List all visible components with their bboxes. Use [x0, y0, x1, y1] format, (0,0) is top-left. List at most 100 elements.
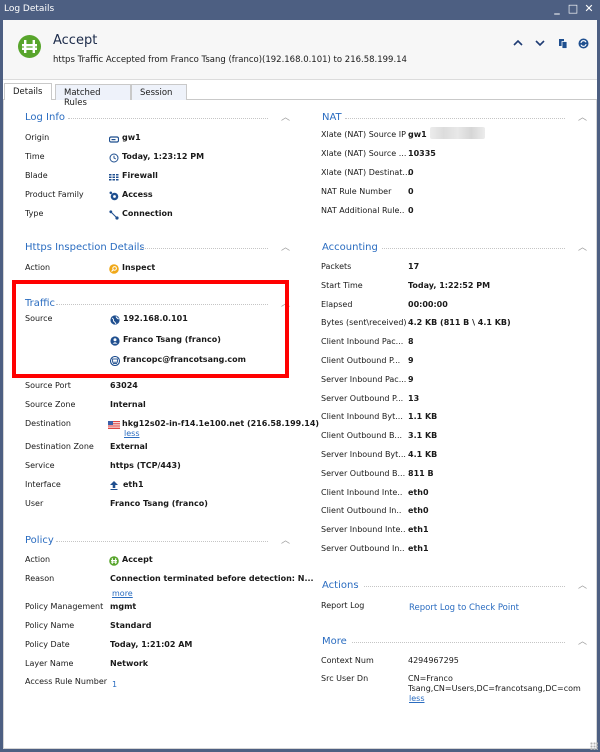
field-label: Context Num — [321, 656, 374, 665]
field-value: gw1 — [122, 133, 141, 142]
field-label: Xlate (NAT) Destinat... — [321, 168, 411, 177]
destination-host: hkg12s02-in-f14.1e100.net (216.58.199.14… — [122, 419, 320, 428]
tab-matched-rules[interactable]: Matched Rules — [55, 84, 131, 108]
field-value: 0 — [408, 187, 414, 196]
destination-less-link[interactable]: less — [124, 429, 139, 438]
field-label: Source — [25, 314, 53, 323]
collapse-accounting-icon[interactable]: ︿ — [578, 244, 588, 253]
chevron-down-icon — [535, 40, 545, 47]
section-title-nat: NAT — [322, 112, 342, 123]
title-bar[interactable]: Log Details _ □ ✕ — [0, 0, 600, 20]
tab-details[interactable]: Details — [4, 83, 52, 100]
field-label: Interface — [25, 480, 61, 489]
section-title-policy: Policy — [25, 535, 54, 546]
minimize-button[interactable]: _ — [550, 2, 564, 16]
copy-button[interactable] — [556, 36, 570, 50]
field-value: 13 — [408, 393, 420, 403]
section-divider — [345, 118, 565, 119]
report-log-link[interactable]: Report Log to Check Point — [409, 603, 519, 613]
chevron-up-icon — [513, 39, 523, 46]
field-value: Inspect — [122, 263, 156, 272]
access-rule-link[interactable]: 1 — [112, 680, 117, 689]
field-value: eth0 — [408, 487, 429, 497]
close-button[interactable]: ✕ — [582, 2, 596, 16]
collapse-nat-icon[interactable]: ︿ — [578, 114, 588, 123]
collapse-log-info-icon[interactable]: ︿ — [281, 114, 291, 123]
field-value: 0 — [408, 168, 414, 177]
field-value: eth1 — [408, 525, 429, 535]
field-label: Action — [25, 263, 51, 272]
tab-session[interactable]: Session — [131, 84, 187, 100]
resize-grip[interactable] — [590, 742, 598, 750]
field-label: Bytes (sent\received) — [321, 318, 407, 328]
field-value: 63024 — [110, 381, 138, 390]
field-value: eth1 — [123, 480, 144, 489]
field-label: User — [25, 499, 44, 508]
log-summary: https Traffic Accepted from Franco Tsang… — [53, 55, 407, 65]
field-value: Franco Tsang (franco) — [110, 499, 208, 508]
next-log-button[interactable] — [533, 36, 547, 50]
field-label: NAT Rule Number — [321, 187, 392, 196]
field-label: Start Time — [321, 280, 363, 290]
collapse-more-icon[interactable]: ︿ — [578, 638, 588, 647]
reason-more-link[interactable]: more — [112, 589, 133, 598]
collapse-traffic-icon[interactable]: ︿ — [281, 300, 291, 309]
section-divider — [382, 248, 565, 249]
section-divider — [140, 248, 268, 249]
field-value: mgmt — [110, 602, 137, 611]
field-value: 17 — [408, 262, 420, 271]
field-value: 811 B — [408, 468, 434, 478]
window-title: Log Details — [4, 4, 55, 14]
field-label: Client Outbound P... — [321, 356, 401, 365]
src-user-dn-less-link[interactable]: less — [409, 694, 424, 703]
user-icon — [110, 336, 120, 346]
field-label: Destination Zone — [25, 442, 94, 451]
window-client: Accept https Traffic Accepted from Franc… — [3, 20, 597, 749]
field-value: Today, 1:21:02 AM — [110, 640, 193, 649]
field-label: Service — [25, 461, 55, 470]
tab-bar: Details Matched Rules Session — [3, 82, 597, 108]
arrow-up-icon — [110, 481, 118, 490]
previous-log-button[interactable] — [511, 36, 525, 50]
section-divider — [352, 642, 565, 643]
maximize-button[interactable]: □ — [566, 2, 580, 16]
field-label: Client Inbound Inte.. — [321, 487, 403, 497]
collapse-policy-icon[interactable]: ︿ — [281, 537, 291, 546]
field-value: Access — [122, 190, 153, 199]
section-title-actions: Actions — [322, 580, 359, 591]
field-label: NAT Additional Rule.. — [321, 206, 405, 215]
field-value: 4.2 KB (811 B \ 4.1 KB) — [408, 318, 511, 328]
field-value: eth1 — [408, 544, 429, 553]
field-value: 10335 — [408, 149, 436, 158]
section-divider — [364, 586, 565, 587]
field-label: Server Inbound Byt... — [321, 450, 406, 459]
field-label: Server Outbound P... — [321, 393, 404, 403]
field-label: Client Outbound In.. — [321, 506, 402, 516]
clock-icon — [109, 153, 119, 163]
field-value: Today, 1:22:52 PM — [408, 280, 491, 290]
section-divider — [56, 541, 268, 542]
field-value: Today, 1:23:12 PM — [122, 152, 205, 161]
section-divider — [68, 118, 268, 119]
reason-value: Connection terminated before detection: … — [110, 574, 314, 583]
refresh-button[interactable] — [576, 36, 590, 50]
field-label: Time — [25, 152, 45, 161]
field-label: Reason — [25, 574, 55, 583]
section-title-log-info: Log Info — [25, 112, 65, 123]
collapse-https-inspection-icon[interactable]: ︿ — [281, 244, 291, 253]
field-label: Client Inbound Byt... — [321, 412, 403, 422]
field-value: eth0 — [408, 506, 429, 516]
field-label: Server Inbound Inte.. — [321, 525, 406, 535]
field-label: Policy Date — [25, 640, 70, 649]
field-label: Xlate (NAT) Source IP — [321, 130, 406, 139]
access-icon — [109, 191, 119, 201]
field-label: Client Inbound Pac... — [321, 337, 404, 347]
section-title-traffic: Traffic — [25, 298, 56, 309]
field-value: 3.1 KB — [408, 431, 438, 441]
src-user-dn-line2: Tsang,CN=Users,DC=francotsang,DC=com — [408, 684, 581, 693]
collapse-actions-icon[interactable]: ︿ — [578, 582, 588, 591]
field-value: Standard — [110, 621, 152, 630]
field-label: Action — [25, 555, 51, 564]
firewall-icon — [109, 174, 119, 181]
field-value: 1.1 KB — [408, 412, 438, 422]
